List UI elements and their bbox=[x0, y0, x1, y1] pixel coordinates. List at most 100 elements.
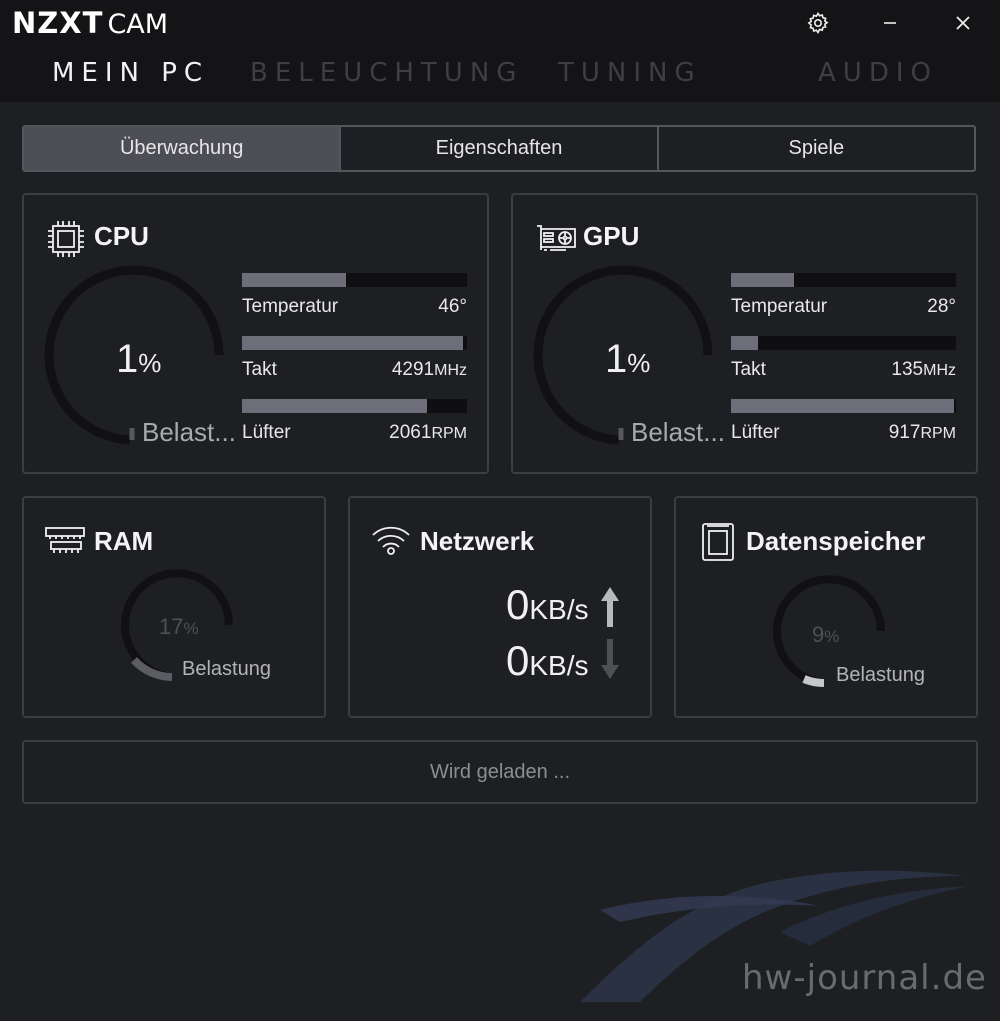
nav-tuning[interactable]: TUNING bbox=[558, 58, 702, 88]
gpu-card: GPU 1% Belast... Temperatur 28° Takt 135MHz… bbox=[511, 193, 978, 474]
close-icon bbox=[956, 16, 970, 30]
cpu-metric-unit: RPM bbox=[431, 425, 467, 442]
gpu-metric-value: 135MHz bbox=[891, 359, 956, 381]
gpu-load-unit: % bbox=[627, 348, 651, 378]
cpu-metric-row: Lüfter 2061RPM bbox=[242, 422, 467, 444]
gpu-load-number: 1 bbox=[605, 337, 628, 381]
cpu-metric-value: 46° bbox=[438, 296, 467, 318]
ram-card: RAM 17% Belastung bbox=[22, 496, 326, 718]
nav-audio[interactable]: AUDIO bbox=[818, 58, 938, 88]
gpu-metric-bar bbox=[731, 336, 956, 350]
cpu-metric-bar-fill bbox=[242, 336, 463, 350]
network-upload-value: 0KB/s bbox=[506, 581, 589, 629]
minimize-icon bbox=[884, 22, 896, 24]
app-logo: NZXT CAM bbox=[12, 6, 168, 40]
gpu-metric-row: Takt 135MHz bbox=[731, 359, 956, 381]
cpu-metric-2: Lüfter 2061RPM bbox=[242, 399, 467, 444]
gpu-metric-bar bbox=[731, 273, 956, 287]
cpu-title: CPU bbox=[94, 221, 149, 251]
gpu-metric-value: 28° bbox=[927, 296, 956, 318]
cpu-metric-bar bbox=[242, 273, 467, 287]
gpu-metric-2: Lüfter 917RPM bbox=[731, 399, 956, 444]
cpu-metric-bar bbox=[242, 336, 467, 350]
gpu-metric-number: 28° bbox=[927, 296, 956, 317]
download-unit: KB/s bbox=[529, 650, 589, 681]
storage-load-value: 9% bbox=[812, 622, 839, 648]
cpu-metric-label: Temperatur bbox=[242, 296, 339, 317]
storage-card: Datenspeicher 9% Belastung bbox=[674, 496, 978, 718]
cpu-metric-bar-fill bbox=[242, 399, 427, 413]
wifi-icon bbox=[372, 526, 410, 555]
gpu-metric-1: Takt 135MHz bbox=[731, 336, 956, 381]
network-card: Netzwerk 0KB/s 0KB/s bbox=[348, 496, 652, 718]
upload-number: 0 bbox=[506, 581, 530, 628]
storage-icon bbox=[702, 523, 734, 561]
network-title: Netzwerk bbox=[420, 526, 535, 556]
gpu-metric-value: 917RPM bbox=[889, 422, 956, 444]
upload-arrow-icon bbox=[601, 587, 619, 627]
network-download-value: 0KB/s bbox=[506, 637, 589, 685]
view-tabs: Überwachung Eigenschaften Spiele bbox=[22, 125, 976, 172]
gpu-metric-number: 135 bbox=[891, 359, 924, 380]
ram-icon bbox=[45, 527, 85, 553]
graphics-card-icon bbox=[537, 225, 576, 251]
gpu-metric-0: Temperatur 28° bbox=[731, 273, 956, 318]
minimize-button[interactable] bbox=[870, 6, 910, 40]
cpu-load-label: Belast... bbox=[142, 417, 236, 447]
gpu-metric-row: Lüfter 917RPM bbox=[731, 422, 956, 444]
cpu-metric-value: 4291MHz bbox=[392, 359, 467, 381]
loading-panel: Wird geladen ... bbox=[22, 740, 978, 804]
nav-beleuchtung[interactable]: BELEUCHTUNG bbox=[250, 58, 523, 88]
storage-load-number: 9 bbox=[812, 622, 825, 647]
ram-load-label: Belastung bbox=[182, 658, 271, 680]
cpu-load-number: 1 bbox=[116, 337, 139, 381]
cpu-metric-label: Lüfter bbox=[242, 422, 291, 443]
ram-load-value: 17% bbox=[159, 614, 199, 640]
cpu-metric-number: 4291 bbox=[391, 359, 435, 380]
gpu-load-label: Belast... bbox=[631, 417, 725, 447]
gpu-metric-bar-fill bbox=[731, 336, 758, 350]
gpu-metric-bar-fill bbox=[731, 273, 794, 287]
cpu-card: CPU 1% Belast... Temperatur 46° Takt 4291MH… bbox=[22, 193, 489, 474]
storage-title: Datenspeicher bbox=[746, 526, 926, 556]
cpu-load-unit: % bbox=[138, 348, 162, 378]
cpu-metric-bar bbox=[242, 399, 467, 413]
nav-mein-pc[interactable]: MEIN PC bbox=[52, 58, 209, 88]
cpu-metric-bar-fill bbox=[242, 273, 346, 287]
storage-load-label: Belastung bbox=[836, 664, 925, 686]
gpu-metric-bar-fill bbox=[731, 399, 954, 413]
app-name: CAM bbox=[107, 9, 169, 40]
cpu-metric-0: Temperatur 46° bbox=[242, 273, 467, 318]
loading-text: Wird geladen ... bbox=[429, 760, 571, 783]
cpu-metric-row: Temperatur 46° bbox=[242, 296, 467, 318]
gpu-title: GPU bbox=[583, 221, 640, 251]
gpu-metric-label: Temperatur bbox=[731, 296, 828, 317]
gpu-metric-label: Takt bbox=[731, 359, 766, 380]
cpu-metric-row: Takt 4291MHz bbox=[242, 359, 467, 381]
gpu-metric-row: Temperatur 28° bbox=[731, 296, 956, 318]
ram-load-number: 17 bbox=[159, 614, 184, 639]
upload-unit: KB/s bbox=[529, 594, 589, 625]
tab-ueberwachung[interactable]: Überwachung bbox=[24, 127, 340, 170]
cpu-metric-unit: MHz bbox=[434, 362, 467, 379]
cpu-load-value: 1% bbox=[116, 337, 161, 382]
tab-spiele[interactable]: Spiele bbox=[656, 127, 974, 170]
cpu-metric-1: Takt 4291MHz bbox=[242, 336, 467, 381]
tab-eigenschaften[interactable]: Eigenschaften bbox=[339, 127, 656, 170]
brand-name: NZXT bbox=[12, 6, 104, 40]
download-number: 0 bbox=[506, 637, 530, 684]
gpu-metric-unit: MHz bbox=[923, 362, 956, 379]
cpu-metric-number: 2061 bbox=[389, 422, 432, 443]
ram-load-unit: % bbox=[183, 619, 199, 638]
gpu-load-value: 1% bbox=[605, 337, 650, 382]
cpu-metric-value: 2061RPM bbox=[389, 422, 467, 444]
download-arrow-icon bbox=[601, 639, 619, 679]
gpu-metric-unit: RPM bbox=[920, 425, 956, 442]
gpu-metric-number: 917 bbox=[888, 422, 921, 443]
settings-button[interactable] bbox=[798, 6, 838, 40]
gear-icon bbox=[807, 12, 829, 35]
close-button[interactable] bbox=[943, 6, 983, 40]
storage-load-unit: % bbox=[824, 627, 840, 646]
watermark-text: hw-journal.de bbox=[742, 958, 987, 998]
ram-title: RAM bbox=[94, 526, 154, 556]
